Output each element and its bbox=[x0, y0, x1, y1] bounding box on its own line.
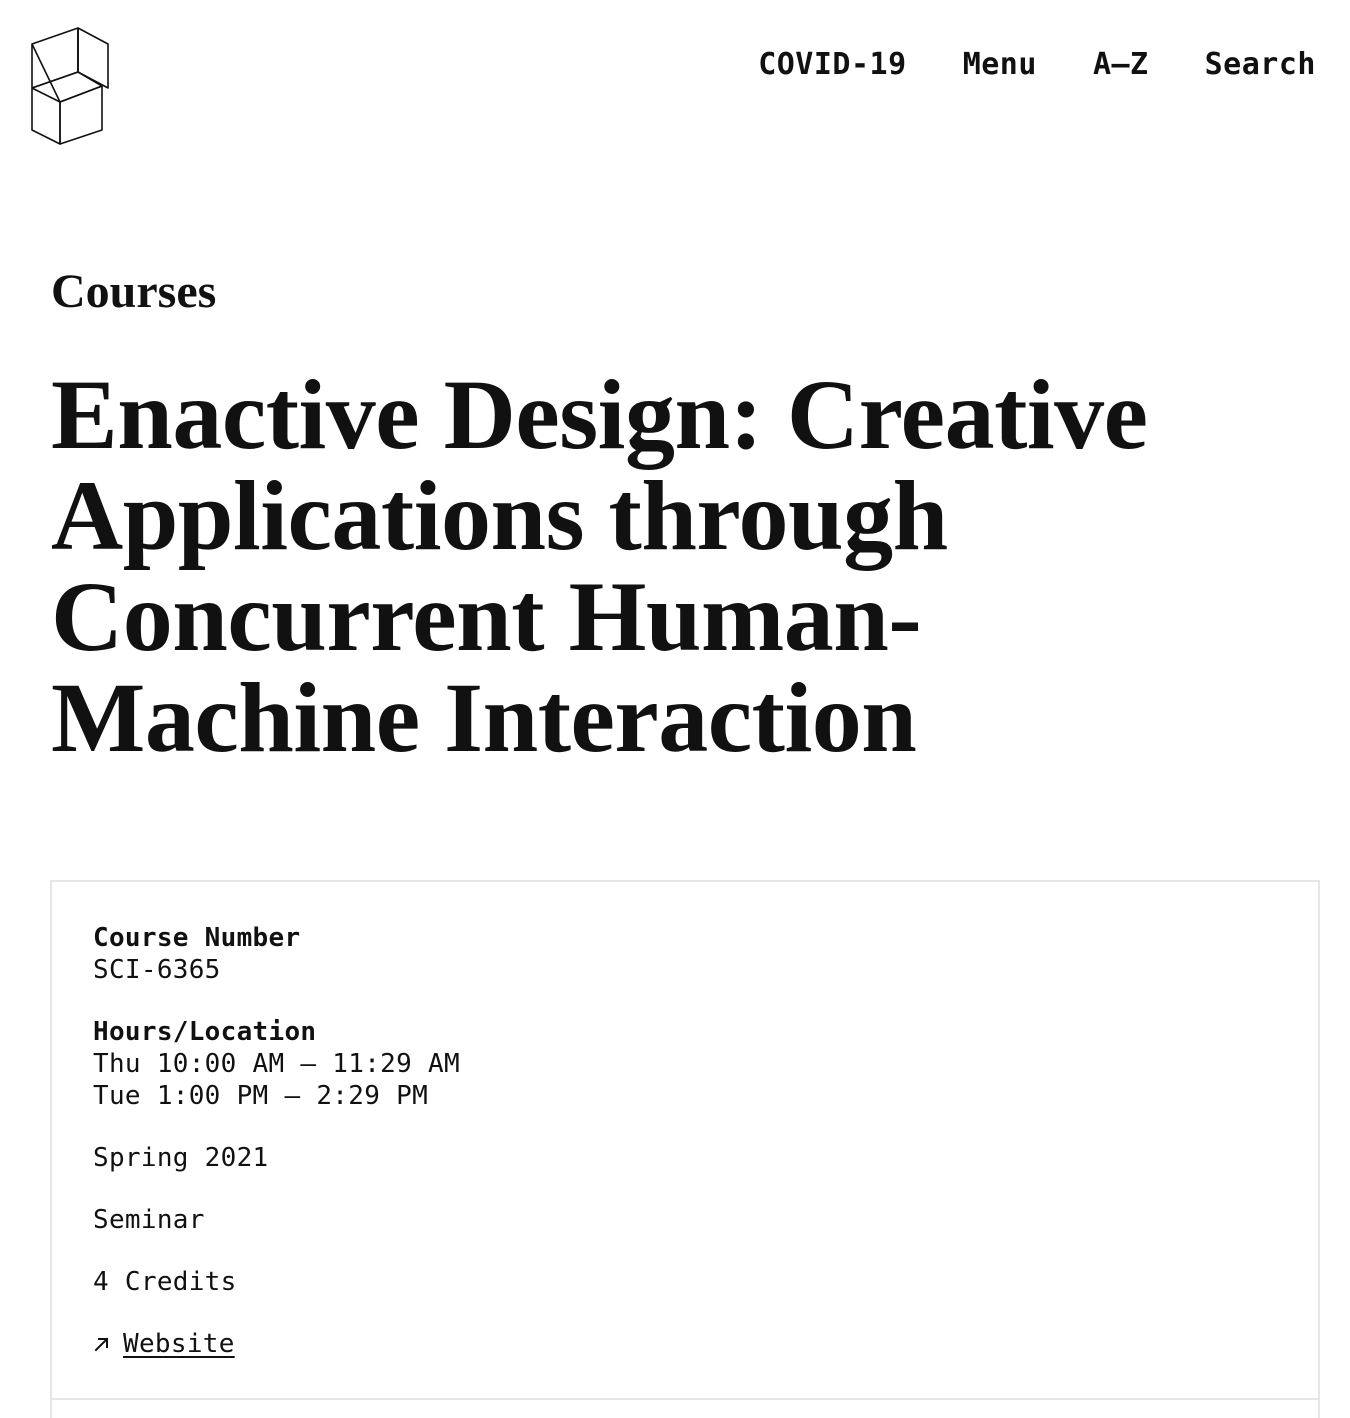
course-number-label: Course Number bbox=[93, 923, 301, 953]
website-link[interactable]: Website bbox=[123, 1328, 235, 1360]
website-row: Website bbox=[93, 1328, 460, 1360]
hours-slot: Tue 1:00 PM – 2:29 PM bbox=[93, 1081, 429, 1111]
site-logo[interactable] bbox=[28, 26, 112, 146]
nav-menu[interactable]: Menu bbox=[963, 44, 1037, 86]
course-info-card: Course Number SCI-6365 Hours/Location Th… bbox=[50, 880, 1320, 1400]
nav-search[interactable]: Search bbox=[1205, 44, 1316, 86]
nav-a-z[interactable]: A–Z bbox=[1093, 44, 1149, 86]
nav-covid-19[interactable]: COVID-19 bbox=[758, 44, 907, 86]
top-navigation: COVID-19 Menu A–Z Search bbox=[758, 44, 1316, 86]
breadcrumb-courses[interactable]: Courses bbox=[51, 262, 216, 322]
course-credits: 4 Credits bbox=[93, 1267, 237, 1297]
geometric-facet-logo-icon bbox=[31, 27, 109, 145]
course-format: Seminar bbox=[93, 1205, 205, 1235]
course-info-body: Course Number SCI-6365 Hours/Location Th… bbox=[93, 922, 460, 1360]
course-term: Spring 2021 bbox=[93, 1143, 269, 1173]
course-number-value: SCI-6365 bbox=[93, 955, 221, 985]
hours-location-label: Hours/Location bbox=[93, 1017, 317, 1047]
page-title: Enactive Design: Creative Applications t… bbox=[51, 359, 1148, 773]
hours-slot: Thu 10:00 AM – 11:29 AM bbox=[93, 1049, 460, 1079]
external-link-arrow-icon bbox=[94, 1337, 109, 1352]
card-continuation bbox=[50, 1400, 1320, 1418]
